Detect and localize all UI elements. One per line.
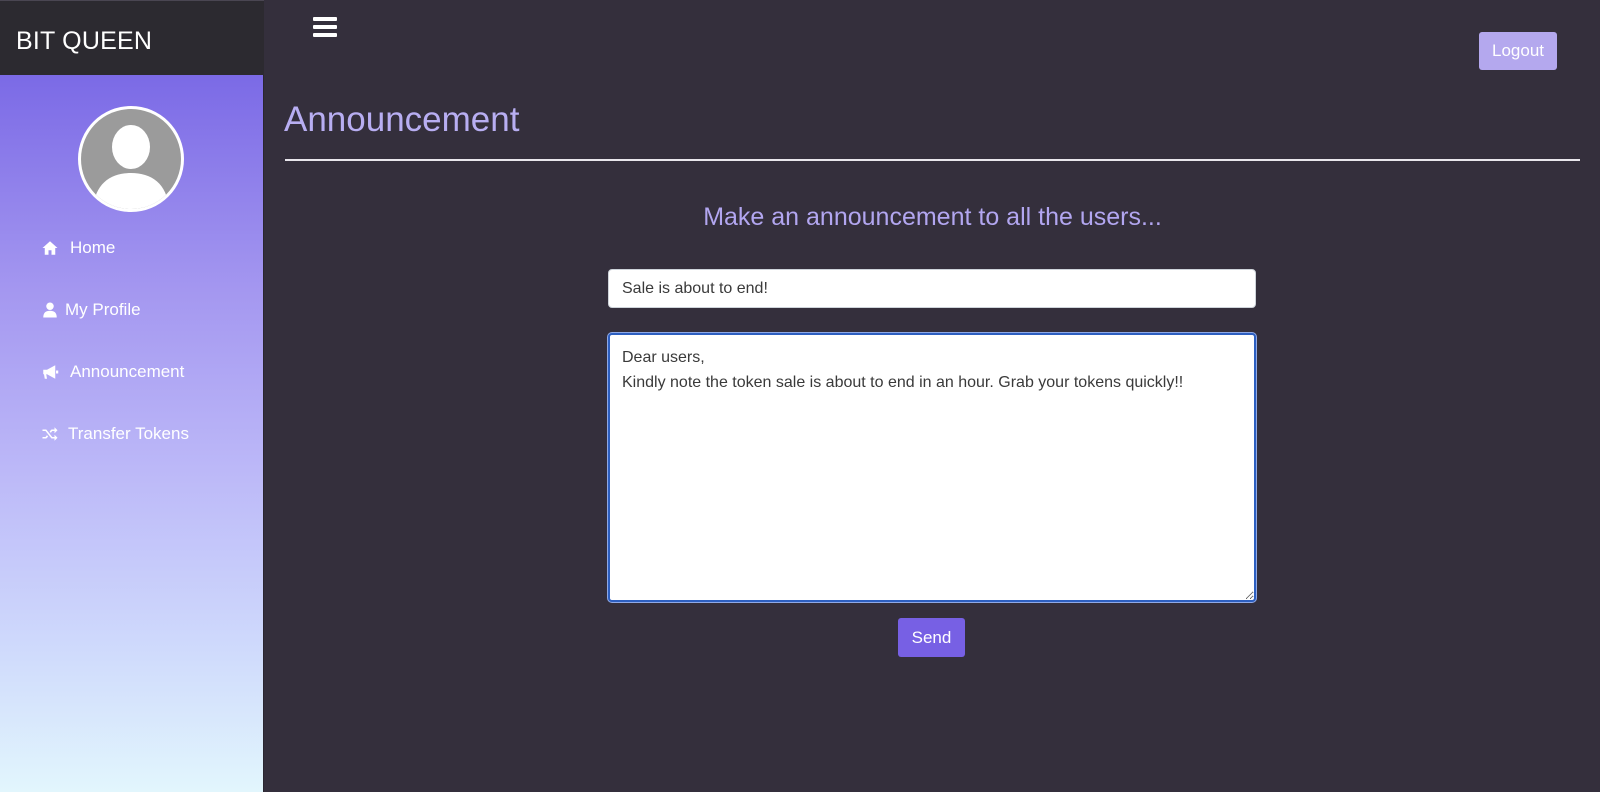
logout-button[interactable]: Logout: [1479, 32, 1557, 70]
announcement-message-textarea[interactable]: Dear users, Kindly note the token sale is…: [608, 333, 1256, 602]
page-title: Announcement: [284, 100, 520, 139]
app-root: BIT QUEEN Home My Profile Announcement T…: [0, 0, 1600, 792]
announcement-prompt: Make an announcement to all the users...: [703, 203, 1162, 231]
bullhorn-icon: [41, 363, 63, 381]
brand-name: BIT QUEEN: [16, 27, 153, 55]
announcement-subject-input[interactable]: [608, 269, 1256, 308]
sidebar-item-label: Announcement: [70, 362, 185, 381]
message-line: Kindly note the token sale is about to e…: [622, 374, 1184, 391]
avatar-placeholder-icon: [81, 109, 181, 209]
sidebar-item-transfer-tokens[interactable]: Transfer Tokens: [41, 420, 189, 448]
home-icon: [41, 239, 63, 257]
send-button[interactable]: Send: [898, 618, 965, 657]
sidebar: Home My Profile Announcement Transfer To…: [0, 75, 264, 792]
shuffle-icon: [41, 425, 61, 443]
sidebar-item-announcement[interactable]: Announcement: [41, 358, 184, 386]
message-line: Dear users,: [622, 349, 705, 366]
sidebar-item-home[interactable]: Home: [41, 234, 115, 262]
brand-bar: BIT QUEEN: [0, 0, 264, 75]
user-icon: [41, 301, 59, 319]
sidebar-item-label: My Profile: [65, 300, 141, 319]
avatar: [78, 106, 184, 212]
sidebar-item-my-profile[interactable]: My Profile: [41, 296, 141, 324]
menu-toggle-icon[interactable]: [313, 17, 339, 41]
sidebar-item-label: Transfer Tokens: [68, 424, 189, 443]
sidebar-item-label: Home: [70, 238, 116, 257]
title-divider: [285, 159, 1580, 161]
